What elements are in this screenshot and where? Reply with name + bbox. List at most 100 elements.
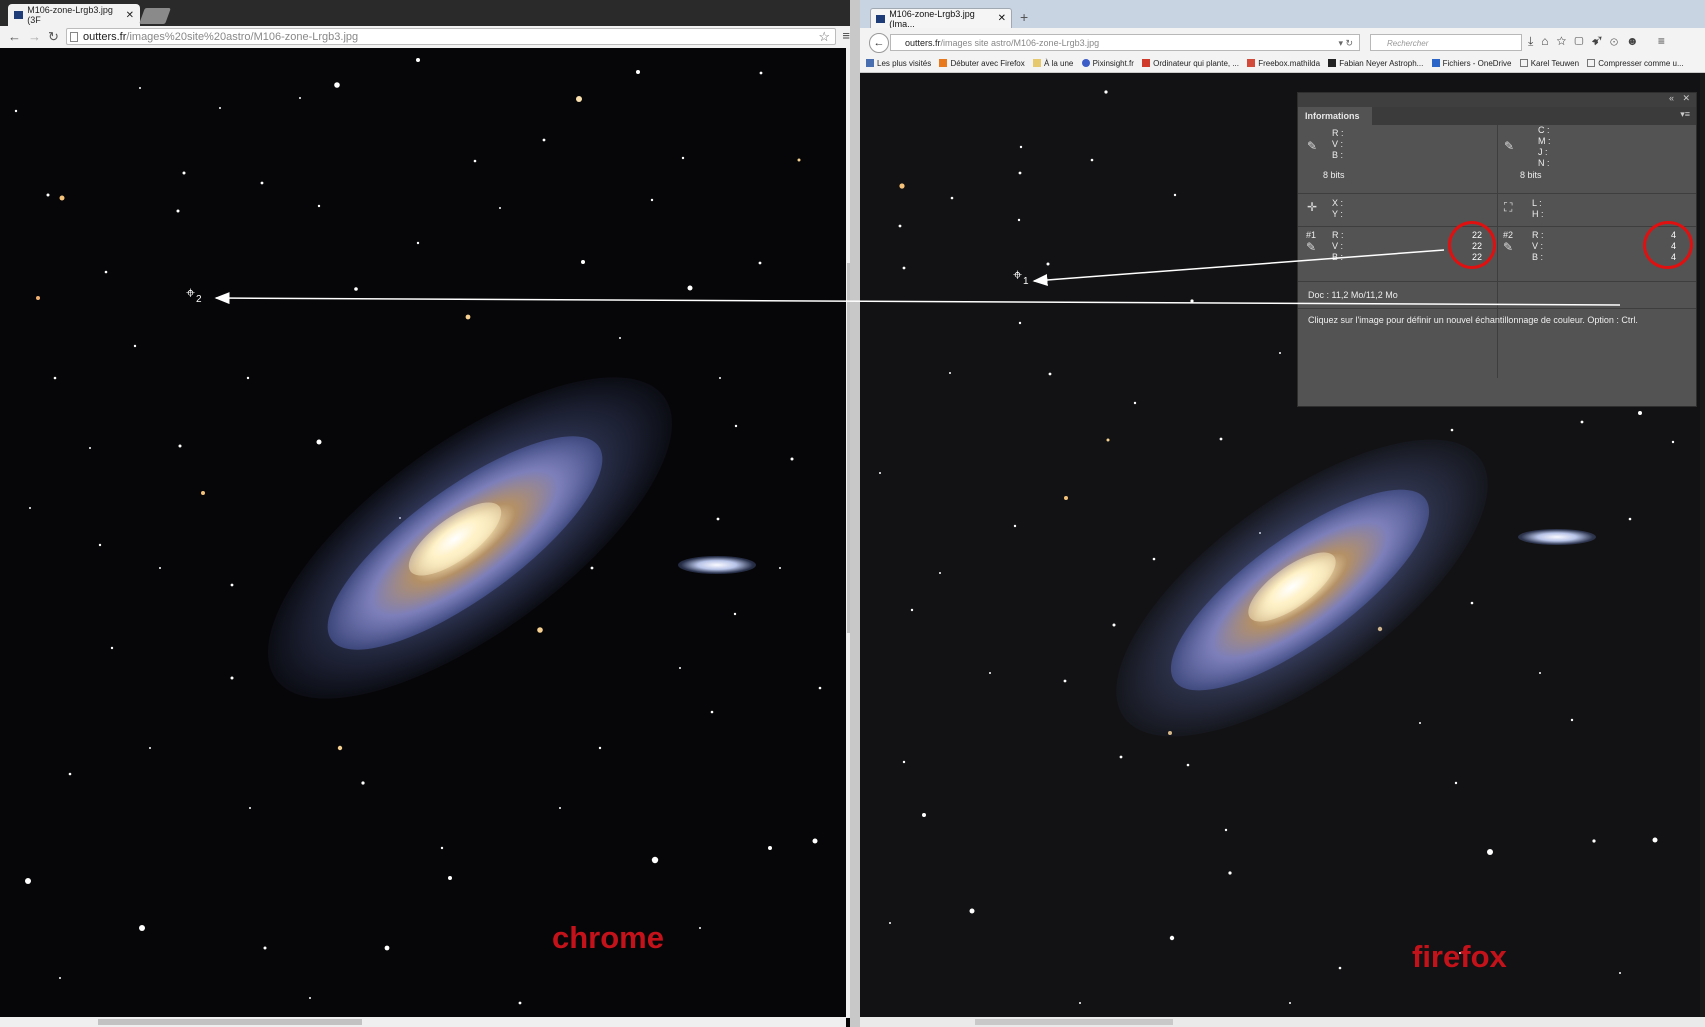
- b-label: B :: [1332, 150, 1344, 160]
- highlight-circle-sampler-1: [1443, 216, 1501, 274]
- chrome-tab-bar: M106-zone-Lrgb3.jpg (3F ✕: [0, 0, 858, 26]
- r-label: R :: [1332, 230, 1344, 240]
- image-favicon-icon: [14, 11, 24, 19]
- eyedropper-icon: ✎: [1503, 240, 1514, 254]
- document-size-section: Doc : 11,2 Mo/11,2 Mo: [1298, 281, 1696, 308]
- page-icon: [70, 32, 78, 42]
- chrome-image-viewport[interactable]: ⌖ 2 chrome: [0, 48, 846, 1018]
- panel-menu-icon[interactable]: ▾≡: [1680, 109, 1690, 120]
- selection-size-icon: ⛶: [1504, 200, 1513, 214]
- m-label: M :: [1538, 136, 1551, 146]
- bookmark-icon: [1081, 59, 1090, 67]
- panel-titlebar: « ✕: [1298, 93, 1696, 107]
- reload-icon[interactable]: ▾ ↻: [1338, 35, 1353, 52]
- crosshair-icon: ✛: [1307, 200, 1318, 214]
- chrome-tab[interactable]: M106-zone-Lrgb3.jpg (3F ✕: [8, 4, 140, 26]
- bookmark-item[interactable]: Karel Teuwen: [1519, 56, 1579, 72]
- color-samplers-section: #1 ✎ R : V : B : 22 22 22 #2 ✎ R : V : B…: [1298, 216, 1698, 281]
- new-tab-plus-icon[interactable]: +: [1020, 9, 1028, 25]
- bookmark-item[interactable]: Pixinsight.fr: [1081, 56, 1134, 72]
- b-label: B :: [1532, 252, 1544, 262]
- firefox-tab[interactable]: M106-zone-Lrgb3.jpg (Ima... ✕: [870, 8, 1012, 29]
- v-label: V :: [1532, 241, 1544, 251]
- chrome-horizontal-scroll-thumb[interactable]: [98, 1019, 362, 1025]
- companion-galaxy: [678, 556, 756, 574]
- companion-galaxy: [1518, 529, 1596, 545]
- j-label: J :: [1538, 147, 1548, 157]
- bookmark-item[interactable]: Fichiers - OneDrive: [1431, 56, 1511, 72]
- info-tab[interactable]: Informations: [1298, 107, 1372, 125]
- firefox-tab-title: M106-zone-Lrgb3.jpg (Ima...: [889, 8, 975, 29]
- v-label: V :: [1332, 139, 1344, 149]
- reload-icon[interactable]: ↻: [48, 29, 59, 45]
- hint-section: Cliquez sur l'image pour définir un nouv…: [1298, 308, 1696, 399]
- back-icon[interactable]: ←: [8, 29, 21, 45]
- bookmark-item[interactable]: Les plus visités: [866, 56, 931, 72]
- url-host: outters.fr: [905, 38, 941, 48]
- panel-tab-row: Informations ▾≡: [1298, 107, 1696, 125]
- info-panel: « ✕ Informations ▾≡ ✎ R : V : B : 8 bits…: [1297, 92, 1698, 407]
- panel-hint-text: Cliquez sur l'image pour définir un nouv…: [1308, 315, 1638, 325]
- forward-icon[interactable]: →: [28, 29, 41, 45]
- position-section: ✛ X : Y : ⛶ L : H :: [1298, 193, 1696, 226]
- firefox-horizontal-scrollbar[interactable]: [860, 1017, 1705, 1027]
- chrome-toolbar: ← → ↻ outters.fr/images%20site%20astro/M…: [0, 26, 858, 49]
- chrome-window: M106-zone-Lrgb3.jpg (3F ✕ ← → ↻ outters.…: [0, 0, 858, 1027]
- chrome-label: chrome: [552, 920, 664, 955]
- eyedropper-icon: ✎: [1504, 139, 1515, 153]
- chrome-address-bar[interactable]: outters.fr/images%20site%20astro/M106-zo…: [66, 28, 836, 45]
- search-input[interactable]: Rechercher: [1370, 34, 1522, 51]
- image-favicon-icon: [876, 14, 886, 23]
- bookmark-item[interactable]: Débuter avec Firefox: [939, 56, 1025, 72]
- firefox-label: firefox: [1412, 939, 1507, 974]
- back-icon[interactable]: ←: [869, 33, 889, 53]
- bit-depth-right: 8 bits: [1520, 170, 1542, 180]
- n-label: N :: [1538, 158, 1550, 168]
- collapse-panel-icon[interactable]: «: [1669, 93, 1674, 103]
- chrome-horizontal-scrollbar[interactable]: [0, 1017, 846, 1027]
- bookmark-icon: [1247, 59, 1256, 67]
- bookmark-icon: [1328, 59, 1337, 67]
- firefox-address-bar[interactable]: outters.fr/images site astro/M106-zone-L…: [890, 34, 1360, 51]
- bit-depth-left: 8 bits: [1323, 170, 1345, 180]
- bookmark-icon: [866, 59, 874, 67]
- color-sampler-marker-1: ⌖ 1: [1013, 267, 1029, 287]
- close-panel-icon[interactable]: ✕: [1682, 93, 1690, 104]
- l-label: L :: [1532, 198, 1542, 208]
- bookmark-item[interactable]: Freebox.mathilda: [1247, 56, 1320, 72]
- bookmark-icon: [1032, 59, 1041, 67]
- color-sampler-marker-2: ⌖ 2: [186, 285, 202, 305]
- c-label: C :: [1538, 125, 1550, 135]
- url-path: /images%20site%20astro/M106-zone-Lrgb3.j…: [126, 31, 359, 43]
- bookmark-item[interactable]: Ordinateur qui plante, ...: [1142, 56, 1239, 72]
- firefox-tab-bar: M106-zone-Lrgb3.jpg (Ima... ✕ +: [860, 0, 1705, 29]
- bookmark-icon: [939, 59, 948, 67]
- new-tab-button[interactable]: [139, 8, 171, 24]
- url-host: outters.fr: [83, 31, 127, 43]
- r-label: R :: [1332, 128, 1344, 138]
- bookmark-item[interactable]: Compresser comme u...: [1587, 56, 1684, 72]
- h-label: H :: [1532, 209, 1544, 219]
- firefox-horizontal-scroll-thumb[interactable]: [975, 1019, 1173, 1025]
- url-path: /images site astro/M106-zone-Lrgb3.jpg: [940, 38, 1100, 48]
- bookmark-item[interactable]: À la une: [1032, 56, 1073, 72]
- b-label: B :: [1332, 252, 1344, 262]
- y-label: Y :: [1332, 209, 1343, 219]
- bookmark-icon: [1519, 59, 1528, 67]
- x-label: X :: [1332, 198, 1344, 208]
- close-tab-icon[interactable]: ✕: [998, 13, 1006, 24]
- close-tab-icon[interactable]: ✕: [126, 10, 134, 21]
- chrome-tab-title: M106-zone-Lrgb3.jpg (3F: [27, 5, 113, 25]
- toolbar-icons[interactable]: ⤓⌂☆▢➹⊙☻ ≡: [1528, 34, 1673, 49]
- bookmarks-bar: Les plus visités Débuter avec Firefox À …: [860, 56, 1705, 73]
- bookmark-star-icon[interactable]: ☆: [818, 29, 830, 45]
- bookmark-item[interactable]: Fabian Neyer Astroph...: [1328, 56, 1423, 72]
- chrome-menu-icon[interactable]: ≡: [842, 28, 850, 43]
- doc-size: Doc : 11,2 Mo/11,2 Mo: [1308, 290, 1398, 300]
- eyedropper-icon: ✎: [1307, 139, 1318, 153]
- eyedropper-icon: ✎: [1306, 240, 1317, 254]
- bookmark-icon: [1142, 59, 1151, 67]
- bookmark-icon: [1431, 59, 1440, 67]
- bookmark-icon: [1587, 59, 1596, 67]
- firefox-nav-bar: ← outters.fr/images site astro/M106-zone…: [860, 28, 1705, 56]
